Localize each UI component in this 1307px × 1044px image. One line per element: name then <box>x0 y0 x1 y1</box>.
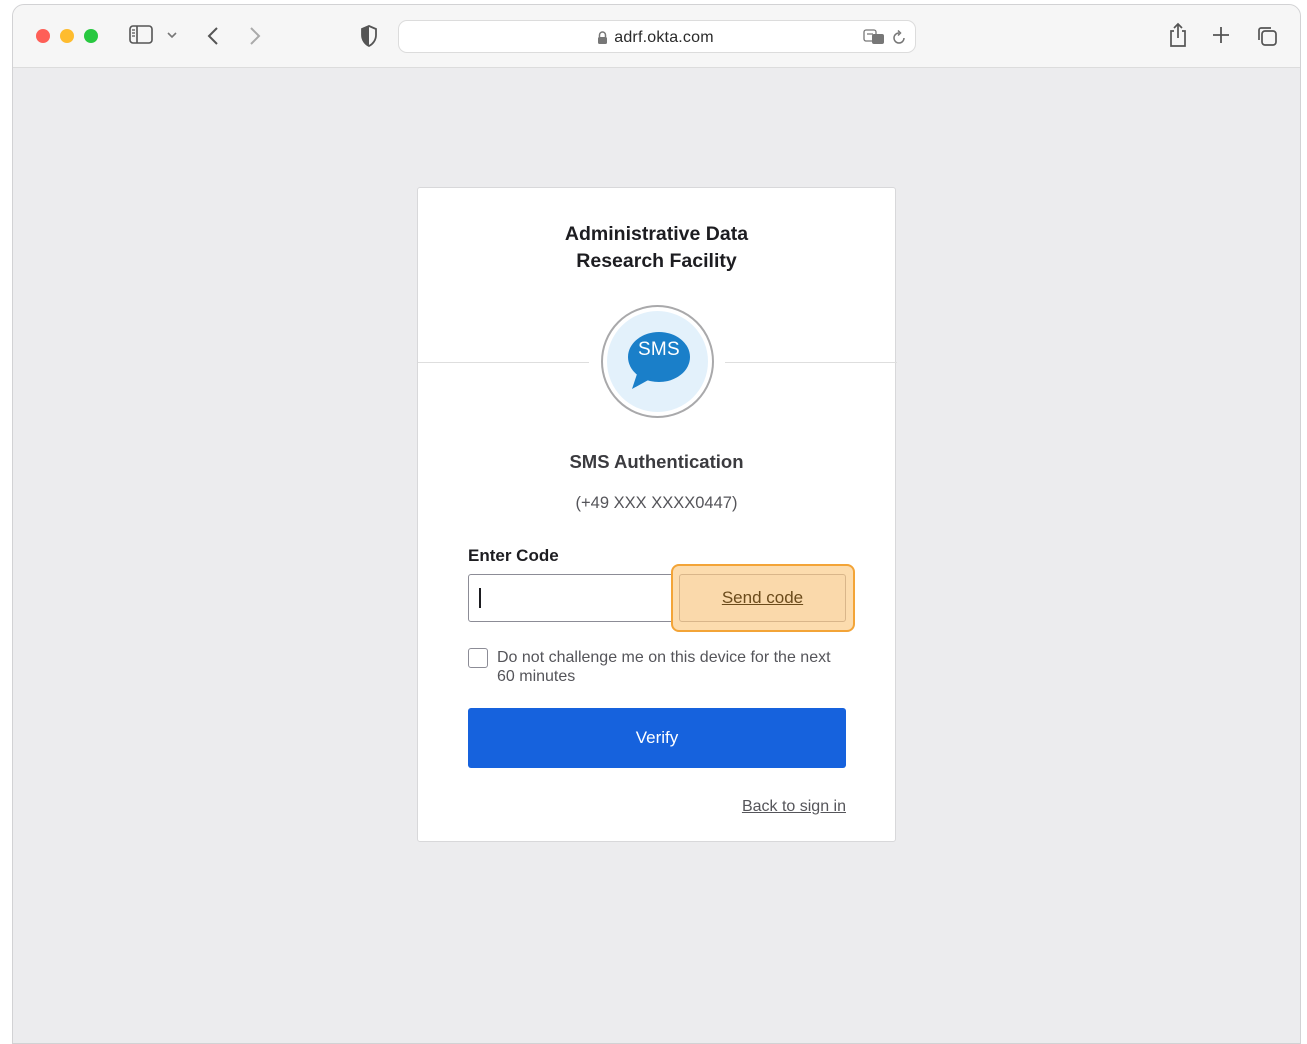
close-window-button[interactable] <box>36 29 50 43</box>
factor-logo-background: SMS <box>607 311 708 412</box>
translate-icon[interactable] <box>863 29 885 50</box>
verify-button[interactable]: Verify <box>468 708 846 768</box>
new-tab-plus-icon[interactable] <box>1212 26 1230 44</box>
sms-logo-text: SMS <box>637 339 681 360</box>
address-bar[interactable]: adrf.okta.com <box>398 20 916 53</box>
sign-in-card: Administrative Data Research Facility SM… <box>417 187 897 842</box>
tab-overview-icon[interactable] <box>1256 25 1278 47</box>
sidebar-toggle-icon[interactable] <box>129 25 153 45</box>
code-input[interactable] <box>468 574 672 622</box>
org-title-line1: Administrative Data <box>564 223 749 245</box>
zoom-window-button[interactable] <box>84 29 98 43</box>
browser-window: adrf.okta.com Administrative Data Resear… <box>12 4 1301 1044</box>
url-text: adrf.okta.com <box>614 29 714 46</box>
factor-title: SMS Authentication <box>569 451 744 472</box>
share-icon[interactable] <box>1168 22 1188 48</box>
remember-device-checkbox[interactable] <box>468 648 488 668</box>
reload-icon[interactable] <box>892 29 906 50</box>
send-code-button[interactable]: Send code <box>679 574 846 622</box>
factor-logo: SMS <box>601 305 714 418</box>
remember-device-label[interactable]: Do not challenge me on this device for t… <box>497 648 837 686</box>
code-field-label: Enter Code <box>468 546 559 565</box>
chevron-down-icon[interactable] <box>166 31 178 39</box>
header-divider-right <box>725 362 897 363</box>
privacy-shield-icon[interactable] <box>360 25 378 47</box>
org-title: Administrative Data Research Facility <box>418 221 895 275</box>
org-title-line2: Research Facility <box>576 250 737 272</box>
back-arrow-icon[interactable] <box>206 26 220 46</box>
header-divider-left <box>418 362 589 363</box>
minimize-window-button[interactable] <box>60 29 74 43</box>
text-caret <box>479 588 481 608</box>
back-to-sign-in-link[interactable]: Back to sign in <box>734 798 846 816</box>
forward-arrow-icon[interactable] <box>248 26 262 46</box>
phone-number: (+49 XXX XXXX0447) <box>575 494 738 512</box>
browser-toolbar: adrf.okta.com <box>13 5 1300 68</box>
